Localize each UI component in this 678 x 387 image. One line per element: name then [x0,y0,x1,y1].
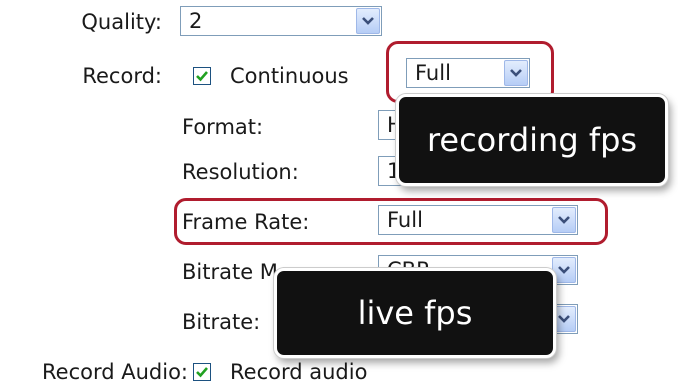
bitrate-label: Bitrate: [182,310,261,334]
quality-select[interactable]: 2 [180,6,382,36]
record-audio-checkbox[interactable] [193,363,211,381]
quality-value: 2 [189,9,203,33]
resolution-label: Resolution: [182,160,299,184]
chevron-down-icon[interactable] [356,8,380,34]
record-audio-checkbox-label[interactable]: Record audio [230,358,367,386]
recording-fps-callout: recording fps [396,94,668,186]
frame-rate-highlight [174,198,608,245]
record-audio-label: Record Audio: [42,360,188,384]
format-label: Format: [182,115,264,139]
continuous-label[interactable]: Continuous [230,62,349,90]
continuous-checkbox[interactable] [193,67,211,85]
check-icon [196,367,208,378]
check-icon [196,71,208,82]
quality-label: Quality: [81,10,162,34]
live-fps-callout: live fps [274,268,556,358]
record-label: Record: [82,64,162,88]
